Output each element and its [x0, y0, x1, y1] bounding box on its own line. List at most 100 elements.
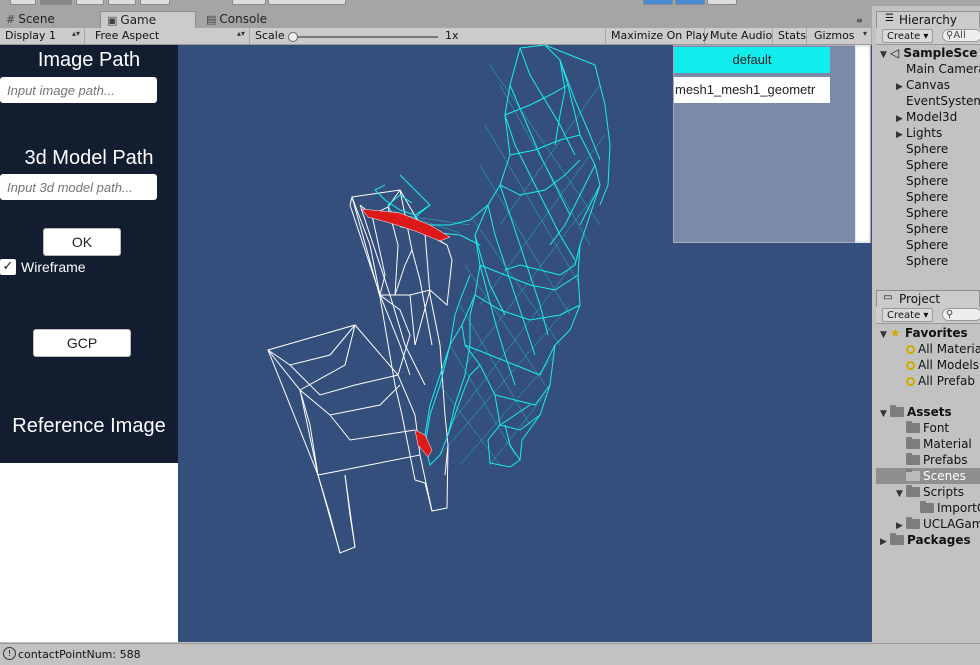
collapse-arrow-icon: ▶ [896, 82, 903, 92]
pivot-toggle[interactable] [232, 0, 266, 5]
hierarchy-create-button[interactable]: Create ▾ [882, 29, 934, 43]
display-dropdown[interactable]: Display 1 ▴▾ [0, 28, 85, 44]
expand-arrow-icon: ▼ [880, 330, 887, 340]
hand-tool-button[interactable] [10, 0, 36, 5]
hierarchy-search-input[interactable]: ⚲All [942, 29, 980, 42]
image-path-label: Image Path [37, 49, 141, 71]
search-icon [906, 377, 915, 386]
scale-slider-track[interactable] [290, 36, 438, 38]
pause-button[interactable] [675, 0, 705, 5]
project-search-input[interactable]: ⚲ [942, 308, 980, 321]
star-icon: ★ [890, 326, 901, 340]
folder-icon [906, 437, 920, 449]
hierarchy-item[interactable]: Sphere [906, 173, 948, 189]
play-button[interactable] [643, 0, 673, 5]
tab-game[interactable]: ▣ Game [100, 11, 196, 28]
dropdown-arrow-icon: ▴▾ [71, 29, 80, 38]
grid-icon: # [6, 13, 16, 26]
hierarchy-item[interactable]: ▶ Lights [896, 125, 942, 141]
collapse-arrow-icon: ▶ [880, 537, 887, 547]
tab-project[interactable]: ▭ Project [876, 290, 980, 307]
hierarchy-item[interactable]: Sphere [906, 221, 948, 237]
folder-tab-icon: ▭ [883, 292, 893, 303]
hierarchy-item[interactable]: Sphere [906, 205, 948, 221]
asset-folder[interactable]: Prefabs [906, 452, 968, 468]
assets-section[interactable]: ▼ Assets [880, 404, 952, 420]
hierarchy-item[interactable]: Sphere [906, 237, 948, 253]
tab-scene[interactable]: # Scene [0, 11, 61, 28]
global-toggle[interactable] [268, 0, 346, 5]
folder-icon [906, 469, 920, 481]
default-button[interactable]: default [674, 47, 830, 73]
project-toolbar: Create ▾ ⚲ [876, 307, 980, 324]
mesh-list-panel [673, 45, 871, 243]
favorites-section[interactable]: ▼ ★ Favorites [880, 325, 968, 341]
move-tool-button[interactable] [40, 0, 72, 5]
reference-image-label: Reference Image [12, 415, 166, 437]
favorite-item[interactable]: All Models [906, 357, 979, 373]
stats-toggle[interactable]: Stats [773, 28, 807, 44]
expand-arrow-icon: ▼ [880, 409, 887, 419]
tab-console[interactable]: ▤ Console [200, 11, 273, 28]
editor-tab-bar: # Scene ▣ Game ▤ Console ≡ [0, 6, 872, 28]
console-icon: ▤ [206, 13, 217, 26]
gamepad-icon: ▣ [107, 14, 118, 27]
asset-folder[interactable]: ImportC [920, 500, 980, 516]
status-bar[interactable]: contactPointNum: 588 [0, 643, 980, 665]
mute-audio-toggle[interactable]: Mute Audio [705, 28, 773, 44]
aspect-dropdown[interactable]: Free Aspect ▴▾ [90, 28, 250, 44]
hierarchy-item[interactable]: Main Camera [906, 61, 980, 77]
rect-tool-button[interactable] [140, 0, 170, 5]
dropdown-arrow-icon: ▴▾ [236, 29, 245, 38]
scale-tool-button[interactable] [108, 0, 136, 5]
hierarchy-panel: Create ▾ ⚲All ▼ ◁ SampleSce Main Camera ▶… [876, 28, 980, 286]
mesh-item-button[interactable]: mesh1_mesh1_geometr [674, 77, 830, 103]
rotate-tool-button[interactable] [76, 0, 104, 5]
reference-image-box [0, 463, 178, 642]
asset-folder[interactable]: ▶ UCLAGam [896, 516, 980, 532]
project-create-button[interactable]: Create ▾ [882, 308, 934, 322]
folder-icon [906, 517, 920, 529]
hierarchy-item[interactable]: EventSystem [906, 93, 980, 109]
maximize-on-play-toggle[interactable]: Maximize On Play [605, 28, 709, 44]
hierarchy-item[interactable]: ▶ Model3d [896, 109, 957, 125]
hierarchy-item[interactable]: Sphere [906, 189, 948, 205]
checkmark-icon: ✓ [2, 259, 14, 274]
favorite-item[interactable]: All Prefab [906, 373, 975, 389]
asset-folder[interactable]: Material [906, 436, 972, 452]
folder-icon [906, 453, 920, 465]
hierarchy-item[interactable]: Sphere [906, 253, 948, 269]
folder-icon [920, 501, 934, 513]
hierarchy-item[interactable]: Sphere [906, 141, 948, 157]
expand-arrow-icon: ▼ [880, 50, 887, 60]
packages-section[interactable]: ▶ Packages [880, 532, 971, 548]
scrollbar-thumb[interactable] [856, 47, 869, 241]
pane-menu-icon[interactable]: ≡ [856, 16, 863, 25]
image-path-input[interactable] [0, 77, 157, 103]
chair-wireframe [267, 189, 453, 554]
game-view[interactable]: Image Path 3d Model Path OK ✓ Wireframe … [0, 45, 872, 642]
hierarchy-item[interactable]: Sphere [906, 157, 948, 173]
folder-icon [890, 533, 904, 545]
search-icon [906, 345, 915, 354]
asset-folder-selected[interactable]: Scenes [876, 468, 980, 484]
favorite-item[interactable]: All Materia [906, 341, 980, 357]
wireframe-checkbox[interactable]: ✓ [0, 259, 16, 275]
scale-label: Scale [255, 29, 285, 42]
step-button[interactable] [707, 0, 737, 5]
gcp-button[interactable]: GCP [33, 329, 131, 357]
scene-root[interactable]: ▼ ◁ SampleSce [880, 45, 977, 61]
expand-arrow-icon: ▼ [896, 489, 903, 499]
asset-folder[interactable]: Font [906, 420, 949, 436]
model-path-input[interactable] [0, 174, 157, 200]
collapse-arrow-icon: ▶ [896, 130, 903, 140]
asset-folder[interactable]: ▼ Scripts [896, 484, 964, 500]
project-panel: Create ▾ ⚲ ▼ ★ Favorites All Materia All … [876, 307, 980, 642]
hierarchy-item[interactable]: ▶ Canvas [896, 77, 950, 93]
ok-button[interactable]: OK [43, 228, 121, 256]
gizmos-dropdown[interactable]: Gizmos ▾ [809, 28, 872, 44]
dropdown-arrow-icon: ▾ [862, 29, 867, 38]
tab-hierarchy[interactable]: ☰ Hierarchy [876, 11, 980, 28]
scale-slider-thumb[interactable] [288, 32, 298, 42]
folder-icon [906, 485, 920, 497]
